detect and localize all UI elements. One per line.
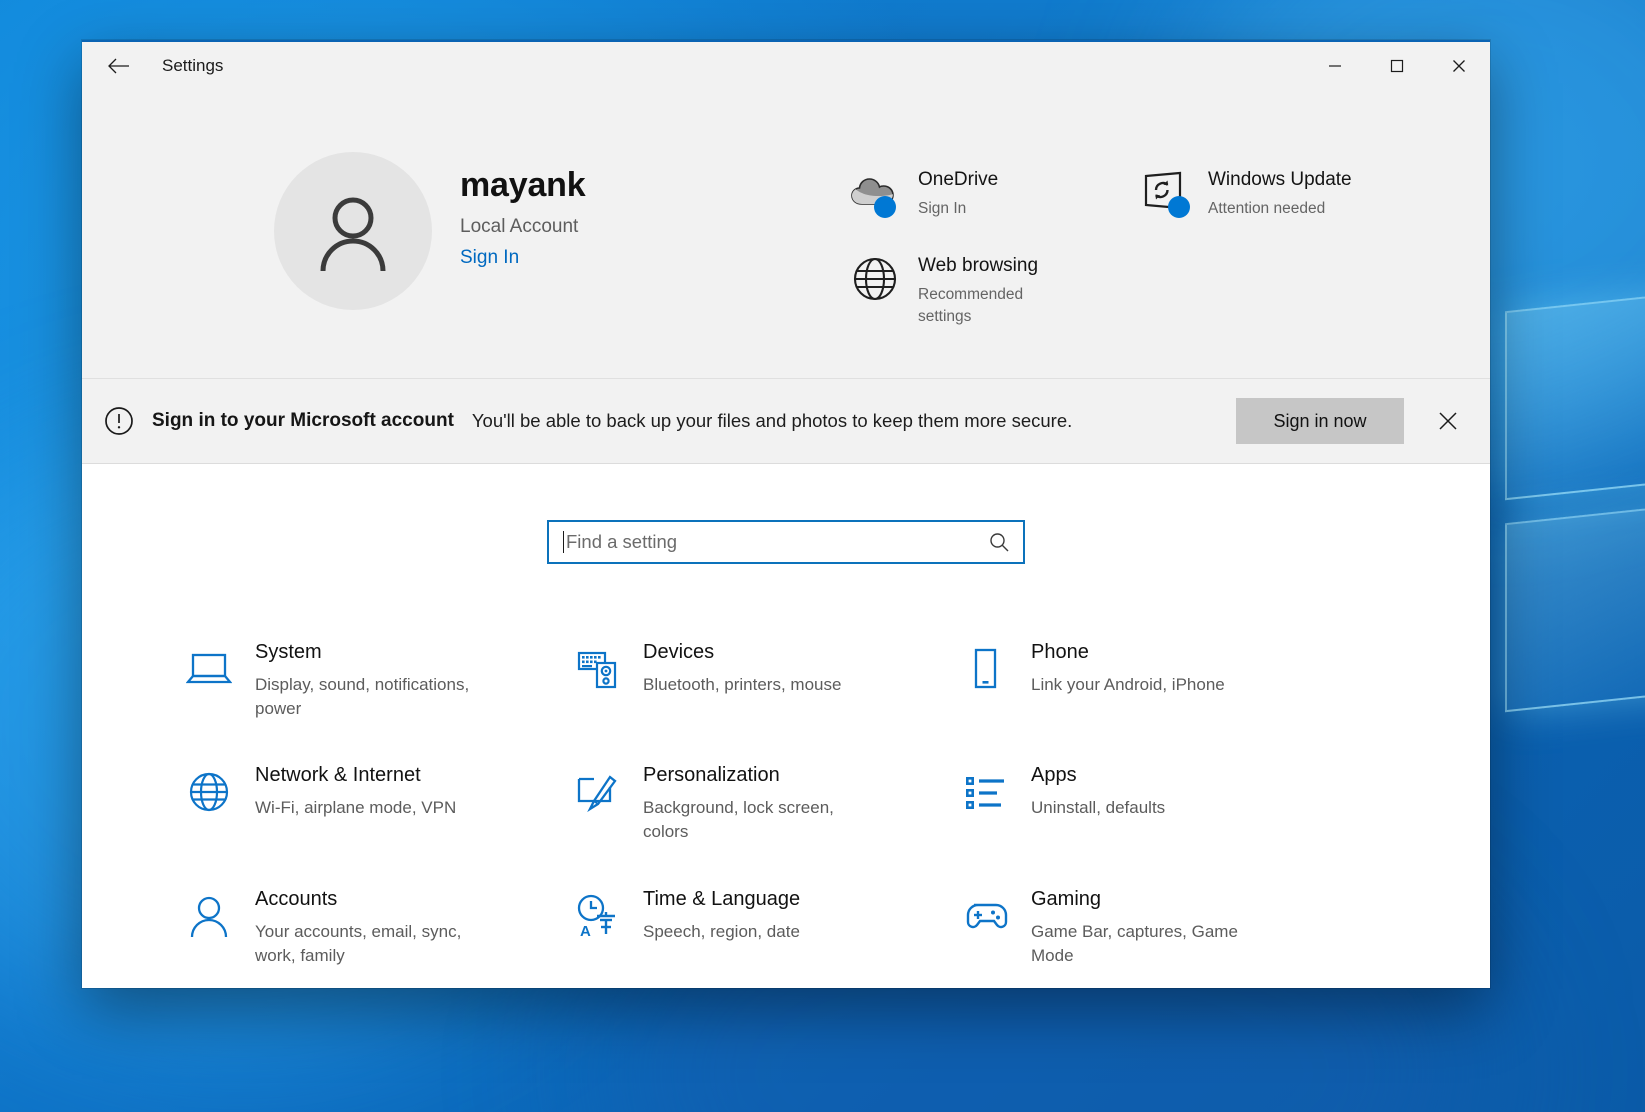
header-link-text: OneDrive Sign In <box>918 166 998 220</box>
setting-tile-phone[interactable]: Phone Link your Android, iPhone <box>947 622 1335 737</box>
tile-title: Personalization <box>643 763 875 788</box>
minimize-icon[interactable] <box>1304 42 1366 90</box>
search-area <box>82 520 1490 564</box>
gamepad-gaming-icon <box>955 885 1015 945</box>
globe-web-icon <box>848 252 902 306</box>
tile-subtitle: Your accounts, email, sync, work, family <box>255 920 487 968</box>
setting-tile-devices[interactable]: Devices Bluetooth, printers, mouse <box>559 622 947 737</box>
header-link-text: Windows Update Attention needed <box>1208 166 1352 220</box>
tile-text: Network & Internet Wi-Fi, airplane mode,… <box>255 761 456 820</box>
tile-text: Accounts Your accounts, email, sync, wor… <box>255 885 487 968</box>
header-link-title: Windows Update <box>1208 168 1352 193</box>
tile-title: Devices <box>643 640 841 665</box>
account-block: mayank Local Account Sign In <box>274 152 585 378</box>
banner-title: Sign in to your Microsoft account <box>152 410 454 432</box>
setting-tile-network-internet[interactable]: Network & Internet Wi-Fi, airplane mode,… <box>171 745 559 860</box>
header-link-subtitle: Sign In <box>918 198 998 220</box>
account-text: mayank Local Account Sign In <box>460 166 585 269</box>
paintbrush-personalization-icon <box>567 761 627 821</box>
close-icon[interactable] <box>1428 42 1490 90</box>
banner-description: You'll be able to back up your files and… <box>472 410 1072 432</box>
search-box[interactable] <box>547 520 1025 564</box>
person-accounts-icon <box>179 885 239 945</box>
status-badge <box>1168 196 1190 218</box>
tile-text: Personalization Background, lock screen,… <box>643 761 875 844</box>
setting-tile-accounts[interactable]: Accounts Your accounts, email, sync, wor… <box>171 869 559 984</box>
tile-title: Time & Language <box>643 887 800 912</box>
setting-tile-apps[interactable]: Apps Uninstall, defaults <box>947 745 1335 860</box>
windows-logo-pane <box>1505 501 1645 712</box>
list-apps-icon <box>955 761 1015 821</box>
tile-text: System Display, sound, notifications, po… <box>255 638 487 721</box>
header-link-web-browsing[interactable]: Web browsing Recommended settings <box>842 248 1132 333</box>
sign-in-now-button[interactable]: Sign in now <box>1236 398 1404 444</box>
tile-text: Devices Bluetooth, printers, mouse <box>643 638 841 697</box>
window-controls <box>1304 42 1490 90</box>
account-name: mayank <box>460 166 585 205</box>
tile-title: System <box>255 640 487 665</box>
tile-title: Accounts <box>255 887 487 912</box>
setting-tile-system[interactable]: System Display, sound, notifications, po… <box>171 622 559 737</box>
account-type: Local Account <box>460 216 585 238</box>
tile-subtitle: Wi-Fi, airplane mode, VPN <box>255 796 456 820</box>
tile-title: Network & Internet <box>255 763 456 788</box>
phone-icon <box>955 638 1015 698</box>
header-link-windows-update[interactable]: Windows Update Attention needed <box>1132 162 1422 224</box>
header-links: OneDrive Sign In Windows <box>842 162 1422 333</box>
windows-logo-pane <box>1505 289 1645 500</box>
header-link-title: OneDrive <box>918 168 998 193</box>
header-link-subtitle: Attention needed <box>1208 198 1352 220</box>
tile-text: Gaming Game Bar, captures, Game Mode <box>1031 885 1263 968</box>
svg-text:A: A <box>580 923 591 938</box>
exclamation-circle-icon <box>104 406 134 436</box>
tile-title: Phone <box>1031 640 1225 665</box>
back-arrow-icon[interactable] <box>96 50 142 82</box>
avatar[interactable] <box>274 152 432 310</box>
tile-text: Apps Uninstall, defaults <box>1031 761 1165 820</box>
text-cursor <box>563 531 564 553</box>
tile-subtitle: Speech, region, date <box>643 920 800 944</box>
windows-update-sync-icon <box>1138 166 1192 220</box>
account-sign-in-link[interactable]: Sign In <box>460 247 519 269</box>
banner-close-icon[interactable] <box>1424 397 1472 445</box>
devices-keyboard-icon <box>567 638 627 698</box>
tile-title: Apps <box>1031 763 1165 788</box>
clock-language-icon: A <box>567 885 627 945</box>
tile-subtitle: Background, lock screen, colors <box>643 796 875 844</box>
tile-subtitle: Link your Android, iPhone <box>1031 673 1225 697</box>
tile-subtitle: Game Bar, captures, Game Mode <box>1031 920 1263 968</box>
header-link-subtitle: Recommended settings <box>918 284 1078 329</box>
window-title: Settings <box>162 56 223 76</box>
search-magnifier-icon[interactable] <box>985 528 1013 556</box>
settings-grid: System Display, sound, notifications, po… <box>171 622 1401 984</box>
header-link-text: Web browsing Recommended settings <box>918 252 1078 329</box>
status-badge <box>874 196 896 218</box>
maximize-icon[interactable] <box>1366 42 1428 90</box>
title-bar: Settings <box>82 42 1490 90</box>
tile-subtitle: Bluetooth, printers, mouse <box>643 673 841 697</box>
onedrive-cloud-icon <box>848 166 902 220</box>
header-link-onedrive[interactable]: OneDrive Sign In <box>842 162 1132 224</box>
header-link-title: Web browsing <box>918 254 1078 279</box>
tile-subtitle: Display, sound, notifications, power <box>255 673 487 721</box>
laptop-system-icon <box>179 638 239 698</box>
tile-subtitle: Uninstall, defaults <box>1031 796 1165 820</box>
setting-tile-personalization[interactable]: Personalization Background, lock screen,… <box>559 745 947 860</box>
settings-window: Settings <box>82 40 1490 988</box>
tile-text: Time & Language Speech, region, date <box>643 885 800 944</box>
settings-body: System Display, sound, notifications, po… <box>82 464 1490 988</box>
tile-text: Phone Link your Android, iPhone <box>1031 638 1225 697</box>
setting-tile-time-language[interactable]: A Time & Language Speech, region, date <box>559 869 947 984</box>
globe-network-icon <box>179 761 239 821</box>
setting-tile-gaming[interactable]: Gaming Game Bar, captures, Game Mode <box>947 869 1335 984</box>
sign-in-banner: Sign in to your Microsoft account You'll… <box>82 378 1490 464</box>
search-input[interactable] <box>566 531 985 553</box>
tile-title: Gaming <box>1031 887 1263 912</box>
account-header: mayank Local Account Sign In OneDrive Si… <box>82 90 1490 378</box>
